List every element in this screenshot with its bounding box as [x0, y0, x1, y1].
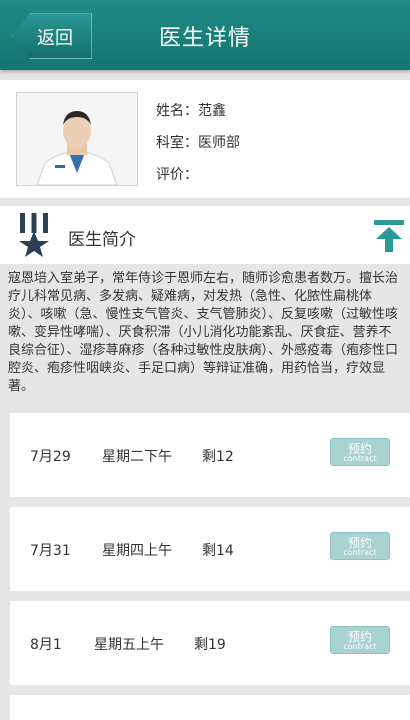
- book-button-sublabel: contract: [343, 454, 377, 463]
- book-button-sublabel: contract: [343, 548, 377, 557]
- book-button[interactable]: 预约 contract: [330, 626, 390, 654]
- book-button[interactable]: 预约 contract: [330, 438, 390, 466]
- book-button[interactable]: 预约 contract: [330, 532, 390, 560]
- slot-date: 7月31: [30, 543, 71, 559]
- upload-icon[interactable]: [372, 220, 406, 252]
- slot-session: 星期五上午: [94, 637, 164, 653]
- doctor-rating: 评价：: [156, 167, 198, 183]
- doctor-introduction: 寇恩培入室弟子，常年侍诊于恩师左右，随师诊愈患者数万。擅长治疗儿科常见病、多发病…: [8, 271, 399, 394]
- book-button-sublabel: contract: [343, 642, 377, 651]
- slot-date: 8月1: [30, 637, 62, 653]
- medal-icon: [19, 213, 49, 257]
- schedule-slot: 7月31 星期四上午 剩14 预约 contract: [10, 507, 410, 591]
- schedule-slot-partial: [10, 695, 410, 720]
- schedule-slot: 7月29 星期二下午 剩12 预约 contract: [10, 413, 410, 497]
- slot-date: 7月29: [30, 449, 71, 465]
- intro-section-header: 医生简介: [0, 206, 410, 264]
- page-title: 医生详情: [158, 26, 251, 51]
- intro-title: 医生简介: [68, 230, 136, 250]
- doctor-profile-card: 姓名：范鑫 科室：医师部 评价：: [0, 80, 410, 198]
- slot-session: 星期四上午: [102, 543, 172, 559]
- doctor-department: 科室：医师部: [156, 135, 240, 151]
- doctor-photo: [16, 92, 138, 186]
- doctor-name: 姓名：范鑫: [156, 103, 226, 119]
- slot-session: 星期二下午: [102, 449, 172, 465]
- slot-remaining: 剩12: [202, 449, 234, 465]
- top-bar: 返回 医生详情: [0, 0, 410, 70]
- slot-remaining: 剩14: [202, 543, 234, 559]
- slot-remaining: 剩19: [194, 637, 226, 653]
- schedule-slot: 8月1 星期五上午 剩19 预约 contract: [10, 601, 410, 685]
